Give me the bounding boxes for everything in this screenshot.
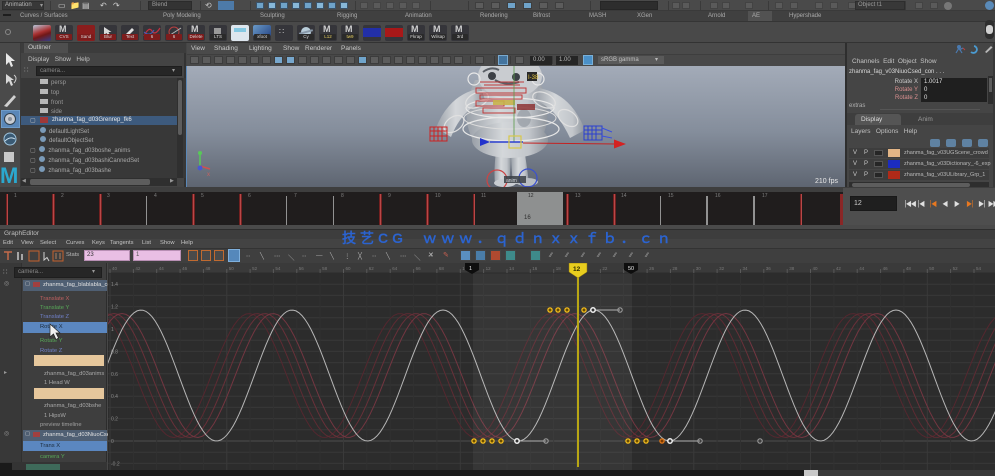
svg-text:44: 44 (159, 266, 165, 271)
svg-text:48: 48 (205, 266, 211, 271)
svg-text:14: 14 (509, 266, 515, 271)
svg-text:46: 46 (182, 266, 188, 271)
svg-text:40: 40 (813, 266, 819, 271)
svg-text:48: 48 (906, 266, 912, 271)
svg-text:46: 46 (883, 266, 889, 271)
svg-text:26: 26 (649, 266, 655, 271)
svg-text:52: 52 (252, 266, 258, 271)
svg-text:60: 60 (346, 266, 352, 271)
svg-text:12: 12 (573, 266, 581, 273)
svg-text:22: 22 (602, 266, 608, 271)
svg-text:-0.2: -0.2 (111, 461, 120, 467)
svg-text:50: 50 (929, 266, 935, 271)
svg-text:62: 62 (369, 266, 375, 271)
svg-text:42: 42 (836, 266, 842, 271)
svg-text:0.6: 0.6 (111, 372, 118, 378)
svg-text:68: 68 (439, 266, 445, 271)
svg-text:54: 54 (275, 266, 281, 271)
svg-text:36: 36 (766, 266, 772, 271)
svg-text:210 fps: 210 fps (815, 178, 838, 185)
svg-text:58: 58 (322, 266, 328, 271)
svg-text:56: 56 (299, 266, 305, 271)
svg-text:0.4: 0.4 (111, 394, 118, 400)
svg-text:12: 12 (486, 266, 492, 271)
svg-text:1.2: 1.2 (111, 305, 118, 311)
svg-text:I-38: I-38 (528, 75, 539, 81)
svg-text:0.2: 0.2 (111, 417, 118, 423)
svg-text:1: 1 (469, 266, 472, 272)
svg-text:32: 32 (719, 266, 725, 271)
svg-text:0: 0 (111, 439, 114, 445)
svg-text:1.4: 1.4 (111, 282, 118, 288)
svg-text:34: 34 (743, 266, 749, 271)
svg-text:x: x (207, 172, 210, 178)
svg-text:38: 38 (789, 266, 795, 271)
svg-text:28: 28 (672, 266, 678, 271)
svg-text:1: 1 (111, 327, 114, 333)
svg-text:18: 18 (556, 266, 562, 271)
svg-text:42: 42 (135, 266, 141, 271)
svg-text:50: 50 (229, 266, 235, 271)
svg-text:54: 54 (976, 266, 982, 271)
svg-text:16: 16 (532, 266, 538, 271)
svg-text:44: 44 (859, 266, 865, 271)
svg-text:64: 64 (392, 266, 398, 271)
svg-text:30: 30 (696, 266, 702, 271)
svg-text:52: 52 (953, 266, 959, 271)
svg-text:anim: anim (506, 178, 517, 184)
svg-text:66: 66 (416, 266, 422, 271)
svg-text:40: 40 (112, 266, 118, 271)
svg-text:50: 50 (628, 266, 634, 272)
